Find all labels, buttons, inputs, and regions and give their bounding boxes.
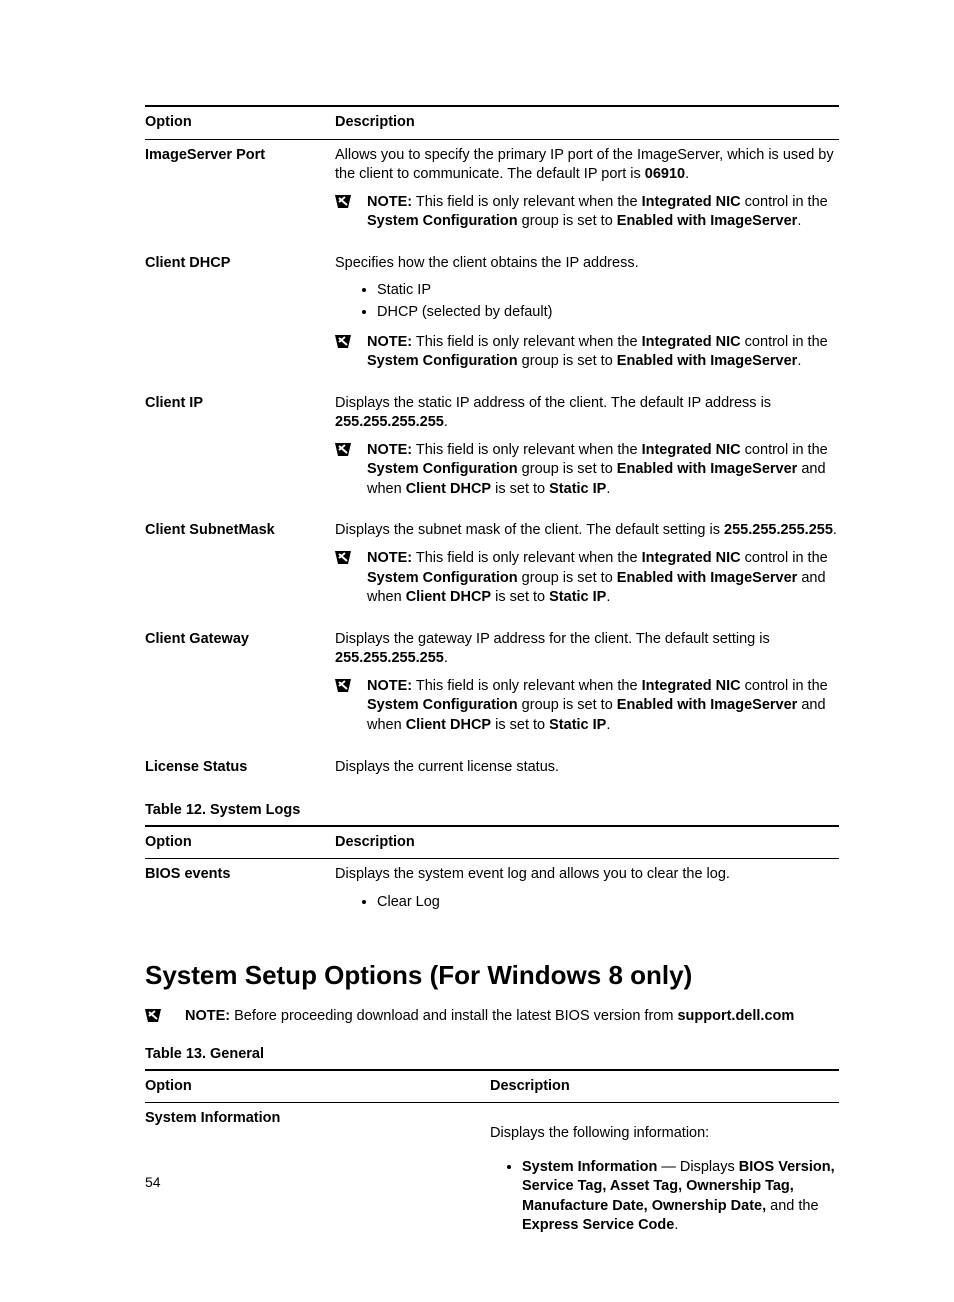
option-label: License Status bbox=[145, 758, 335, 778]
section-heading: System Setup Options (For Windows 8 only… bbox=[145, 958, 839, 993]
option-label: Client IP bbox=[145, 394, 335, 510]
row-system-information: System Information Displays the followin… bbox=[145, 1103, 839, 1242]
list-item: DHCP (selected by default) bbox=[377, 303, 839, 323]
option-list: Static IP DHCP (selected by default) bbox=[335, 281, 839, 322]
note-text: NOTE: This field is only relevant when t… bbox=[367, 333, 839, 372]
row-client-ip: Client IP Displays the static IP address… bbox=[145, 388, 839, 516]
note-block: NOTE: This field is only relevant when t… bbox=[335, 549, 839, 608]
sysinfo-list: System Information — Displays BIOS Versi… bbox=[490, 1158, 839, 1236]
option-label: Client DHCP bbox=[145, 254, 335, 382]
note-icon bbox=[335, 443, 357, 456]
row-client-dhcp: Client DHCP Specifies how the client obt… bbox=[145, 248, 839, 388]
option-description: Displays the gateway IP address for the … bbox=[335, 630, 839, 746]
option-label: Client Gateway bbox=[145, 630, 335, 746]
option-description: Displays the subnet mask of the client. … bbox=[335, 521, 839, 617]
list-item: Clear Log bbox=[377, 893, 839, 913]
table13-caption: Table 13. General bbox=[145, 1045, 839, 1065]
note-icon bbox=[335, 679, 357, 692]
note-block: NOTE: This field is only relevant when t… bbox=[335, 193, 839, 232]
note-block: NOTE: This field is only relevant when t… bbox=[335, 333, 839, 372]
table12-caption: Table 12. System Logs bbox=[145, 801, 839, 821]
note-text: NOTE: This field is only relevant when t… bbox=[367, 193, 839, 232]
desc-text: Allows you to specify the primary IP por… bbox=[335, 146, 839, 185]
note-text: NOTE: This field is only relevant when t… bbox=[367, 441, 839, 500]
note-block: NOTE: This field is only relevant when t… bbox=[335, 677, 839, 736]
desc-text: Displays the system event log and allows… bbox=[335, 865, 839, 885]
note-block: NOTE: This field is only relevant when t… bbox=[335, 441, 839, 500]
table1-header-description: Description bbox=[335, 113, 839, 133]
option-description: Specifies how the client obtains the IP … bbox=[335, 254, 839, 382]
section-note: NOTE: Before proceeding download and ins… bbox=[145, 1007, 839, 1027]
note-icon bbox=[335, 195, 357, 208]
table1-header-row: Option Description bbox=[145, 107, 839, 139]
desc-text: Displays the subnet mask of the client. … bbox=[335, 521, 839, 541]
option-list: Clear Log bbox=[335, 893, 839, 913]
option-label: BIOS events bbox=[145, 865, 335, 922]
option-description: Allows you to specify the primary IP por… bbox=[335, 146, 839, 242]
page-number: 54 bbox=[145, 1173, 161, 1192]
note-icon bbox=[335, 551, 357, 564]
desc-text: Displays the gateway IP address for the … bbox=[335, 630, 839, 669]
desc-text: Displays the following information: bbox=[490, 1124, 839, 1144]
row-client-subnetmask: Client SubnetMask Displays the subnet ma… bbox=[145, 515, 839, 623]
table13-header-option: Option bbox=[145, 1077, 490, 1097]
table12-header-description: Description bbox=[335, 833, 839, 853]
row-imageserver-port: ImageServer Port Allows you to specify t… bbox=[145, 140, 839, 248]
option-label: ImageServer Port bbox=[145, 146, 335, 242]
table1-header-option: Option bbox=[145, 113, 335, 133]
table13-header-description: Description bbox=[490, 1077, 839, 1097]
option-description: Displays the static IP address of the cl… bbox=[335, 394, 839, 510]
note-text: NOTE: This field is only relevant when t… bbox=[367, 677, 839, 736]
table12-header-row: Option Description bbox=[145, 827, 839, 859]
section-note-text: NOTE: Before proceeding download and ins… bbox=[185, 1007, 794, 1027]
note-icon bbox=[145, 1009, 167, 1022]
list-item: System Information — Displays BIOS Versi… bbox=[522, 1158, 839, 1236]
option-description: Displays the system event log and allows… bbox=[335, 865, 839, 922]
note-text: NOTE: This field is only relevant when t… bbox=[367, 549, 839, 608]
row-license-status: License Status Displays the current lice… bbox=[145, 752, 839, 784]
row-client-gateway: Client Gateway Displays the gateway IP a… bbox=[145, 624, 839, 752]
note-icon bbox=[335, 335, 357, 348]
list-item: Static IP bbox=[377, 281, 839, 301]
desc-text: Specifies how the client obtains the IP … bbox=[335, 254, 839, 274]
document-page: Option Description ImageServer Port Allo… bbox=[0, 0, 954, 1302]
table13-header-row: Option Description bbox=[145, 1071, 839, 1103]
row-bios-events: BIOS events Displays the system event lo… bbox=[145, 859, 839, 928]
option-description: Displays the current license status. bbox=[335, 758, 839, 778]
option-description: Displays the following information: Syst… bbox=[490, 1109, 839, 1236]
table12-header-option: Option bbox=[145, 833, 335, 853]
option-label: Client SubnetMask bbox=[145, 521, 335, 617]
desc-text: Displays the static IP address of the cl… bbox=[335, 394, 839, 433]
option-label: System Information bbox=[145, 1109, 490, 1236]
